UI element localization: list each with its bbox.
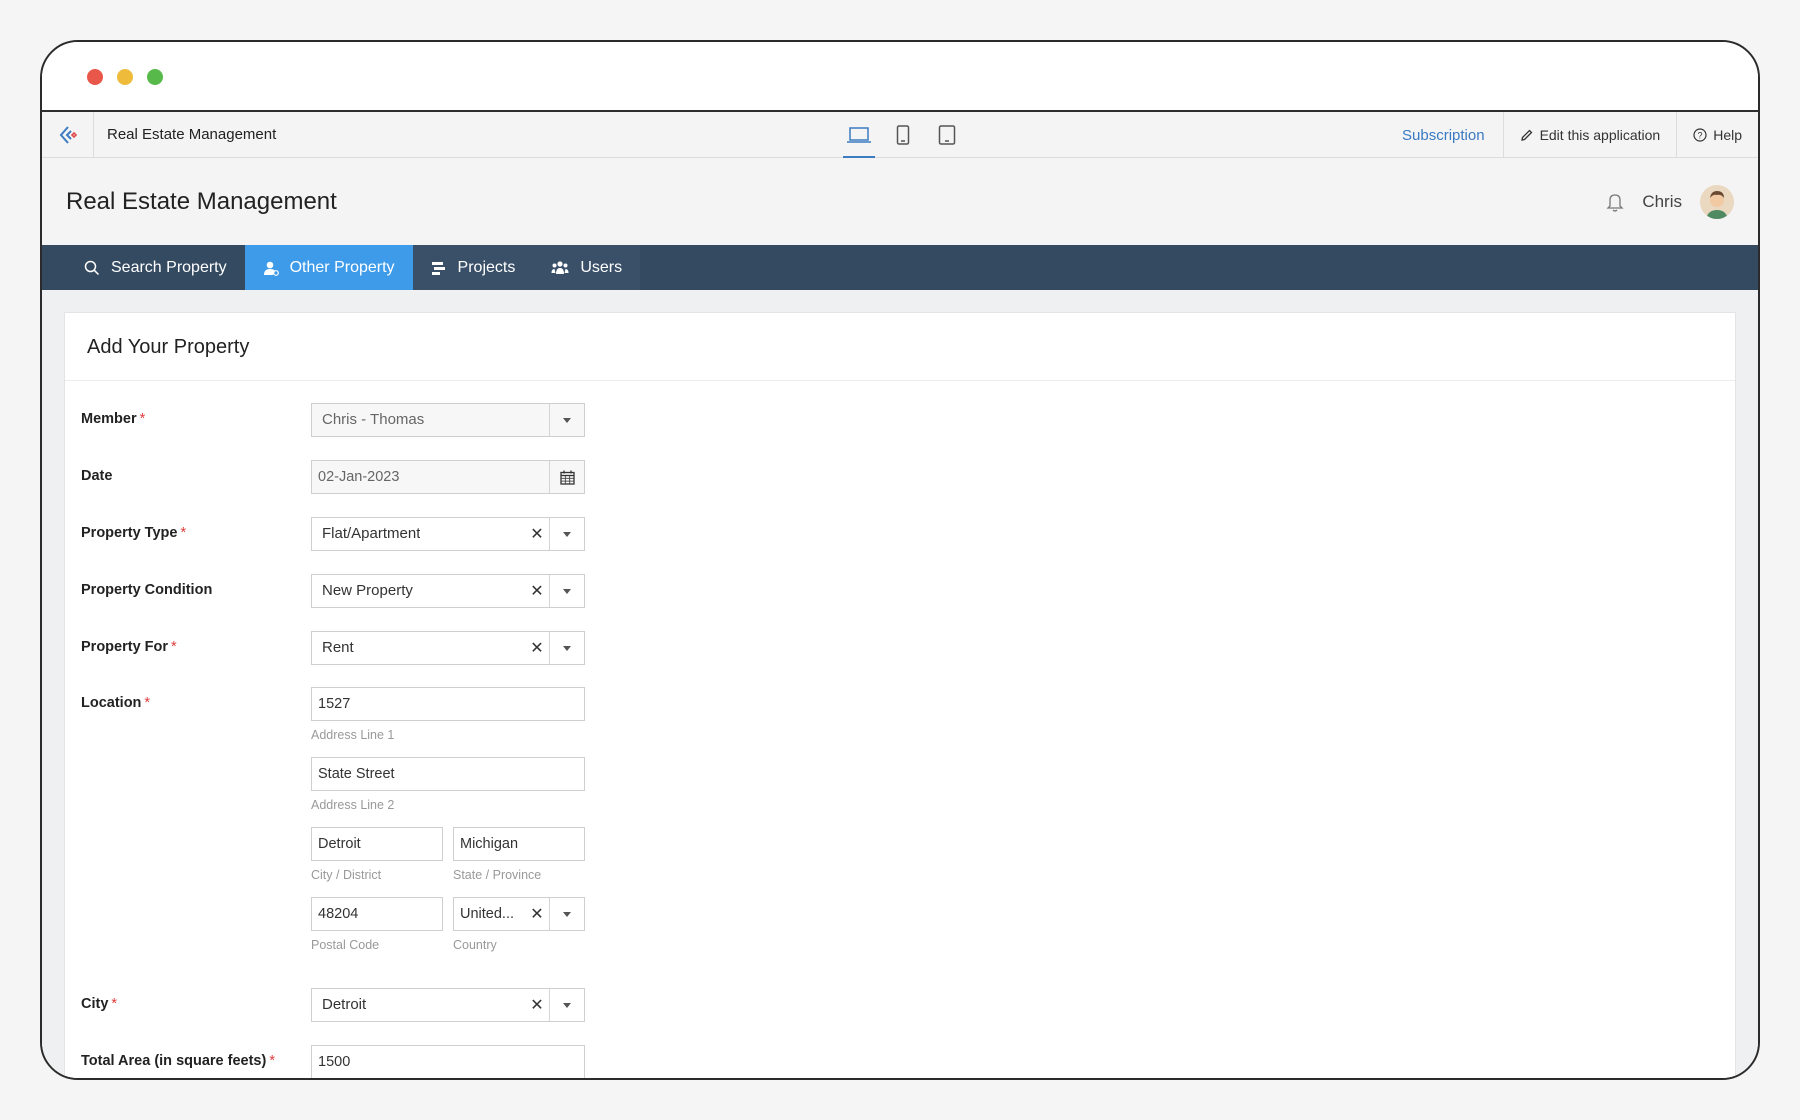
date-label: Date xyxy=(81,468,113,484)
nav-label: Other Property xyxy=(289,258,395,276)
address-line1-input[interactable]: 1527 xyxy=(311,687,585,721)
city-district-input[interactable]: Detroit xyxy=(311,827,443,861)
property-for-select[interactable]: Rent ✕ xyxy=(311,631,585,665)
chevron-down-icon[interactable] xyxy=(550,632,584,664)
page-header: Real Estate Management Chris xyxy=(42,158,1758,245)
projects-icon xyxy=(431,261,445,275)
tablet-icon xyxy=(938,125,956,145)
app-logo-icon[interactable] xyxy=(42,112,94,158)
nav-label: Users xyxy=(580,258,623,276)
city-select[interactable]: Detroit ✕ xyxy=(311,988,585,1022)
app-name: Real Estate Management xyxy=(107,126,277,143)
address-line1-hint: Address Line 1 xyxy=(311,728,395,742)
device-preview-switcher xyxy=(837,112,969,158)
avatar[interactable] xyxy=(1700,184,1734,219)
property-type-select[interactable]: Flat/Apartment ✕ xyxy=(311,517,585,551)
nav-users[interactable]: Users xyxy=(533,245,641,290)
postal-code-value: 48204 xyxy=(318,906,359,922)
country-select[interactable]: United... ✕ xyxy=(453,897,585,931)
user-name[interactable]: Chris xyxy=(1642,192,1682,212)
pencil-icon xyxy=(1520,129,1532,141)
app-window: Real Estate Management Subscription Edit… xyxy=(40,40,1760,1080)
nav-search-property[interactable]: Search Property xyxy=(42,245,245,290)
content-area: Add Your Property Member * Chris - Thomas… xyxy=(42,290,1758,1078)
chevron-down-icon[interactable] xyxy=(550,575,584,607)
country-hint: Country xyxy=(453,938,497,952)
date-field[interactable]: 02-Jan-2023 xyxy=(311,460,585,494)
add-property-form: Add Your Property Member * Chris - Thomas… xyxy=(64,312,1736,1078)
form-title: Add Your Property xyxy=(65,313,1735,381)
postal-code-input[interactable]: 48204 xyxy=(311,897,443,931)
member-select[interactable]: Chris - Thomas xyxy=(311,403,585,437)
svg-text:?: ? xyxy=(1698,131,1703,141)
property-for-value: Rent xyxy=(322,639,354,656)
help-label: Help xyxy=(1713,127,1742,143)
state-province-value: Michigan xyxy=(460,836,519,852)
app-bar: Real Estate Management Subscription Edit… xyxy=(42,112,1758,158)
city-label: City * xyxy=(81,996,118,1012)
location-label: Location * xyxy=(81,695,151,711)
address-line2-input[interactable]: State Street xyxy=(311,757,585,791)
property-condition-label: Property Condition xyxy=(81,582,213,598)
nav-projects[interactable]: Projects xyxy=(412,245,534,290)
window-titlebar xyxy=(42,42,1758,112)
laptop-icon xyxy=(847,127,871,143)
chevron-down-icon[interactable] xyxy=(550,404,584,436)
minimize-window-button[interactable] xyxy=(117,69,133,85)
clear-icon[interactable]: ✕ xyxy=(530,575,544,607)
user-icon xyxy=(263,261,279,276)
clear-icon[interactable]: ✕ xyxy=(530,518,544,550)
edit-application-label: Edit this application xyxy=(1539,127,1661,143)
search-icon xyxy=(84,260,100,275)
phone-icon xyxy=(896,125,910,145)
property-type-value: Flat/Apartment xyxy=(322,525,421,542)
page-title: Real Estate Management xyxy=(66,188,337,215)
chevron-down-icon[interactable] xyxy=(550,518,584,550)
property-type-label: Property Type * xyxy=(81,525,187,541)
state-province-input[interactable]: Michigan xyxy=(453,827,585,861)
clear-icon[interactable]: ✕ xyxy=(530,989,544,1021)
country-value: United... xyxy=(460,906,514,922)
property-condition-select[interactable]: New Property ✕ xyxy=(311,574,585,608)
member-value: Chris - Thomas xyxy=(322,411,425,428)
help-button[interactable]: ? Help xyxy=(1676,112,1758,158)
mobile-view-button[interactable] xyxy=(881,112,925,158)
help-icon: ? xyxy=(1693,128,1707,142)
total-area-input[interactable]: 1500 xyxy=(311,1045,585,1078)
chevron-down-icon[interactable] xyxy=(550,989,584,1021)
nav-label: Projects xyxy=(457,258,516,276)
desktop-view-button[interactable] xyxy=(837,112,881,158)
users-icon xyxy=(551,260,569,274)
address-line2-value: State Street xyxy=(318,766,395,782)
user-area: Chris xyxy=(1606,158,1734,245)
clear-icon[interactable]: ✕ xyxy=(530,632,544,664)
total-area-value: 1500 xyxy=(318,1054,351,1070)
property-for-label: Property For * xyxy=(81,639,177,655)
postal-code-hint: Postal Code xyxy=(311,938,380,952)
close-window-button[interactable] xyxy=(87,69,103,85)
chevron-down-icon[interactable] xyxy=(550,898,584,930)
bell-icon[interactable] xyxy=(1606,192,1624,212)
city-district-value: Detroit xyxy=(318,836,361,852)
address-line1-value: 1527 xyxy=(318,696,351,712)
total-area-label: Total Area (in square feets) * xyxy=(81,1053,275,1069)
property-condition-value: New Property xyxy=(322,582,413,599)
member-label: Member * xyxy=(81,411,146,427)
address-line2-hint: Address Line 2 xyxy=(311,798,395,812)
tablet-view-button[interactable] xyxy=(925,112,969,158)
app-bar-actions: Subscription Edit this application ? Hel… xyxy=(1384,112,1758,158)
maximize-window-button[interactable] xyxy=(147,69,163,85)
city-value: Detroit xyxy=(322,996,367,1013)
main-nav: Search Property Other Property Projects … xyxy=(42,245,1758,290)
state-province-hint: State / Province xyxy=(453,868,542,882)
calendar-icon[interactable] xyxy=(550,461,584,493)
nav-label: Search Property xyxy=(111,258,227,276)
nav-other-property[interactable]: Other Property xyxy=(244,245,413,290)
edit-application-button[interactable]: Edit this application xyxy=(1502,112,1677,158)
date-value: 02-Jan-2023 xyxy=(318,469,400,485)
subscription-link[interactable]: Subscription xyxy=(1384,112,1503,158)
city-district-hint: City / District xyxy=(311,868,382,882)
clear-icon[interactable]: ✕ xyxy=(530,898,544,930)
